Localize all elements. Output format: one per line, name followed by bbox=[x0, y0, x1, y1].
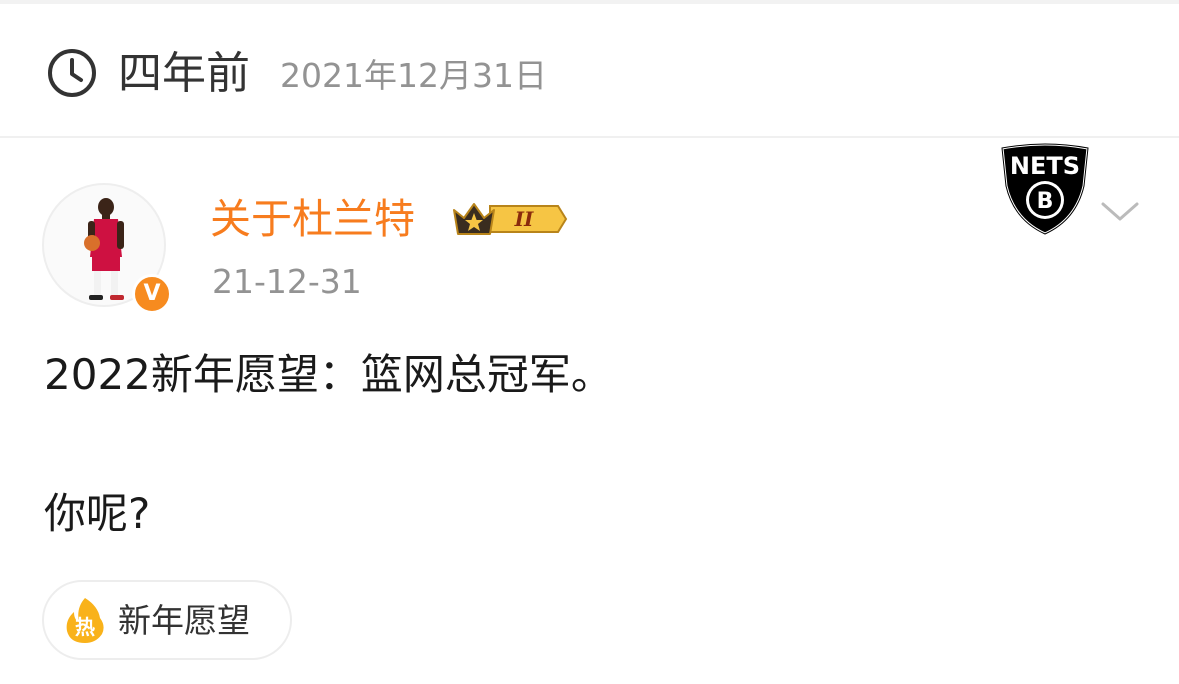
level-badge-text: II bbox=[514, 207, 534, 231]
memory-ago-label: 四年前 bbox=[118, 48, 250, 99]
post-text-line: 你呢? bbox=[44, 489, 151, 538]
author-name[interactable]: 关于杜兰特 bbox=[210, 193, 415, 245]
memory-date-label: 2021年12月31日 bbox=[280, 56, 547, 95]
nets-logo-letter: B bbox=[1037, 189, 1054, 214]
topic-label: 新年愿望 bbox=[118, 601, 250, 640]
post-text-line: 2022新年愿望：篮网总冠军。 bbox=[44, 350, 613, 399]
nets-logo-text: NETS bbox=[1010, 152, 1080, 180]
nets-logo: NETS B bbox=[1000, 142, 1090, 236]
chevron-down-icon[interactable] bbox=[1100, 198, 1140, 224]
post-time: 21-12-31 bbox=[212, 262, 362, 301]
memory-header: 四年前 2021年12月31日 bbox=[0, 4, 1179, 136]
divider bbox=[0, 136, 1179, 138]
verified-badge: V bbox=[132, 274, 172, 314]
clock-icon bbox=[48, 49, 96, 97]
hot-icon-glyph: 热 bbox=[75, 615, 95, 639]
topic-tag[interactable]: 热 新年愿望 bbox=[42, 580, 292, 660]
hot-icon: 热 bbox=[66, 598, 104, 643]
member-crown-badge[interactable]: II bbox=[450, 196, 568, 242]
